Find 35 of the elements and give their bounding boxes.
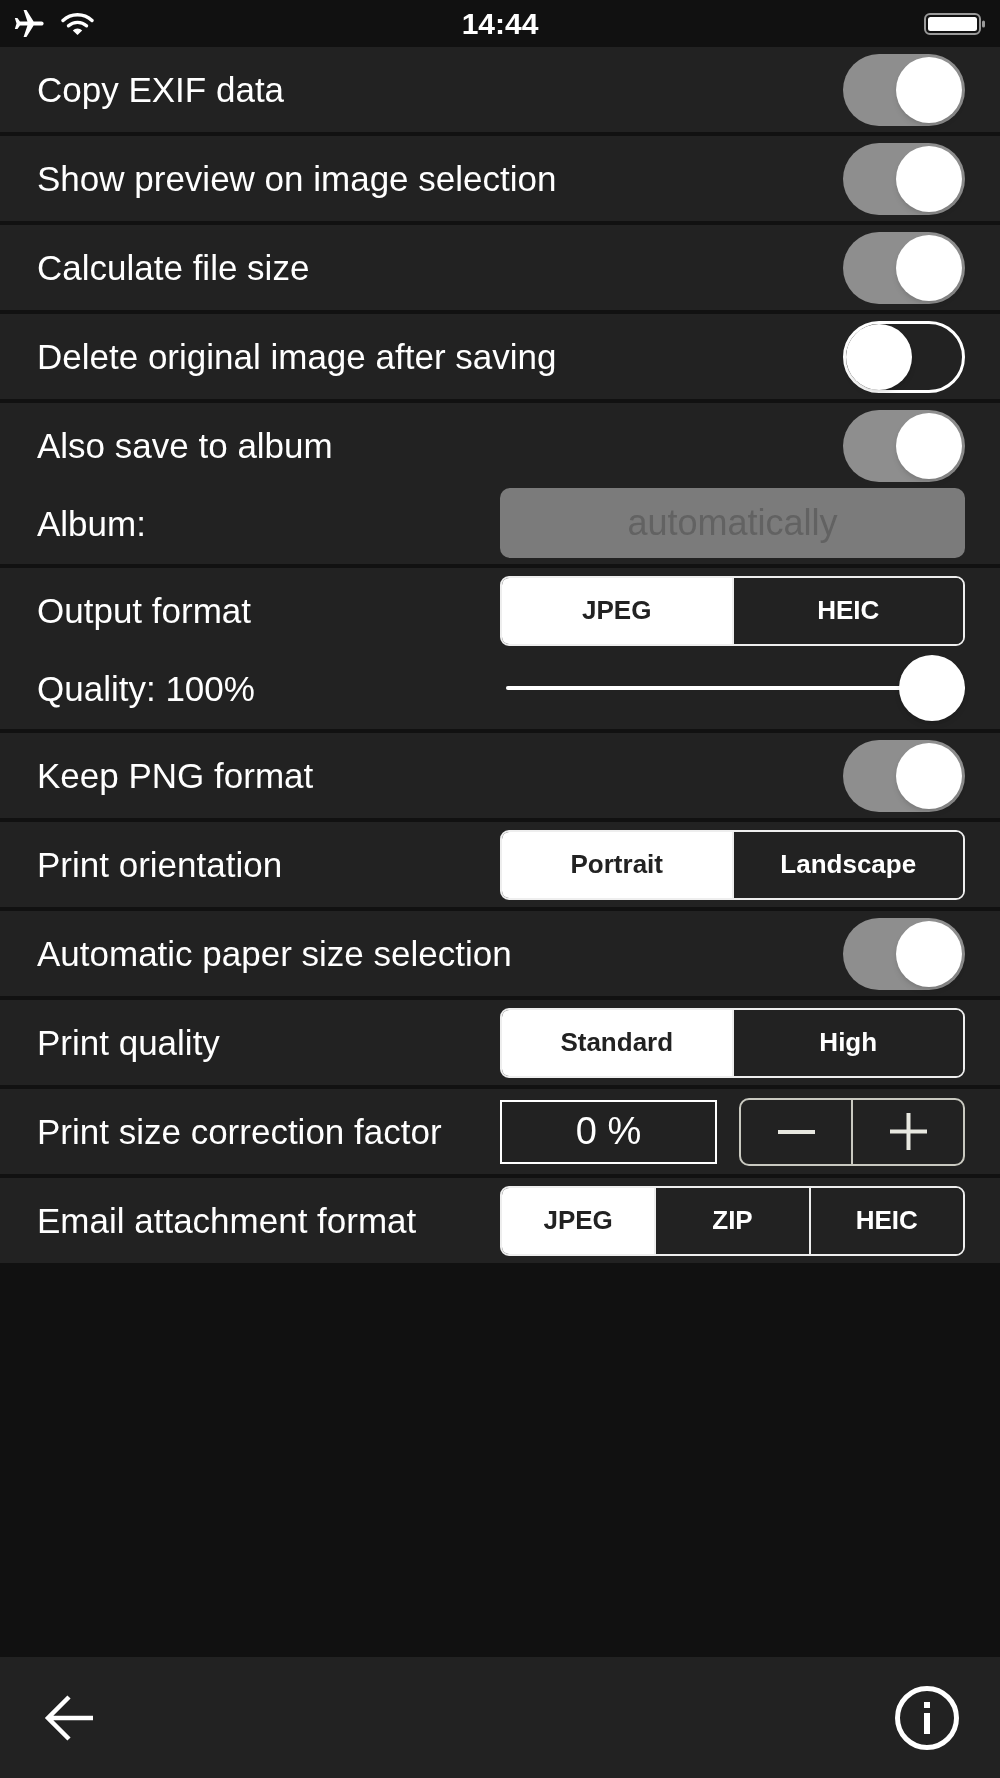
segment-option[interactable]: JPEG [502, 577, 732, 644]
toggle-switch[interactable] [843, 320, 965, 393]
setting-label: Output format [37, 593, 251, 628]
info-button[interactable] [895, 1685, 959, 1750]
battery-icon [924, 12, 986, 35]
segment-option[interactable]: Standard [502, 1009, 732, 1076]
info-icon [895, 1685, 959, 1750]
wifi-icon [61, 11, 94, 36]
setting-label: Keep PNG format [37, 758, 314, 793]
segment-option[interactable]: High [731, 1009, 963, 1076]
back-arrow-icon [44, 1693, 93, 1742]
airplane-icon [14, 10, 45, 37]
setting-label: Also save to album [37, 428, 333, 463]
setting-label: Delete original image after saving [37, 339, 557, 374]
setting-label: Copy EXIF data [37, 72, 285, 107]
setting-label: Print orientation [37, 847, 283, 882]
minus-icon [777, 1129, 815, 1134]
segment-option[interactable]: Landscape [731, 831, 963, 898]
value-field[interactable]: 0 % [500, 1099, 717, 1164]
segment-option[interactable]: HEIC [808, 1187, 963, 1254]
setting-label: Show preview on image selection [37, 161, 557, 196]
status-time: 14:44 [461, 8, 539, 39]
plus-icon [889, 1113, 927, 1150]
setting-label: Album: [37, 505, 146, 541]
setting-label: Email attachment format [37, 1203, 417, 1238]
setting-label: Print size correction factor [37, 1114, 442, 1149]
setting-label: Calculate file size [37, 250, 310, 285]
segment-option[interactable]: JPEG [502, 1187, 655, 1254]
setting-label: Print quality [37, 1025, 220, 1060]
setting-label: Quality: 100% [37, 670, 255, 706]
segment-option[interactable]: Portrait [502, 831, 732, 898]
segment-option[interactable]: HEIC [731, 577, 963, 644]
slider-track[interactable] [506, 655, 965, 721]
back-button[interactable] [44, 1693, 93, 1742]
setting-label: Automatic paper size selection [37, 936, 512, 971]
